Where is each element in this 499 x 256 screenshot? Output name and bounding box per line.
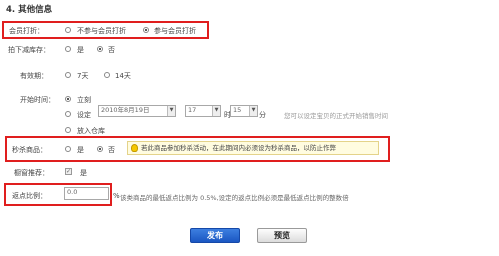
showcase-checkbox-label: 是 bbox=[80, 169, 87, 177]
member-discount-option-no-label: 不参与会员打折 bbox=[77, 27, 126, 35]
section-title: 4. 其他信息 bbox=[6, 5, 53, 15]
validity-label: 有效期： bbox=[20, 72, 48, 80]
stock-reduction-option-yes[interactable] bbox=[65, 46, 71, 52]
chevron-down-icon: ▼ bbox=[167, 106, 175, 116]
stock-reduction-option-no[interactable] bbox=[97, 46, 103, 52]
stock-reduction-label: 拍下减库存： bbox=[8, 46, 50, 54]
flash-sale-label: 秒杀商品： bbox=[12, 146, 47, 154]
start-minute-unit: 分 bbox=[259, 111, 266, 119]
chevron-down-icon: ▼ bbox=[212, 106, 220, 116]
start-minute-value: 15 bbox=[233, 106, 242, 114]
validity-option-14days-label: 14天 bbox=[115, 72, 131, 80]
flash-sale-option-no-label: 否 bbox=[108, 146, 115, 154]
start-minute-select[interactable]: 15 ▼ bbox=[230, 105, 258, 117]
start-date-value: 2010年8月19日 bbox=[101, 106, 150, 114]
showcase-checkbox[interactable]: ✓ bbox=[65, 168, 72, 175]
validity-option-7days-label: 7天 bbox=[77, 72, 89, 80]
validity-option-14days[interactable] bbox=[104, 72, 110, 78]
member-discount-option-yes[interactable] bbox=[143, 27, 149, 33]
rebate-input-value: 0.0 bbox=[67, 188, 78, 196]
preview-button[interactable]: 预览 bbox=[257, 228, 307, 243]
rebate-label: 返点比例： bbox=[12, 192, 47, 200]
start-time-label: 开始时间： bbox=[20, 96, 55, 104]
flash-sale-option-no[interactable] bbox=[97, 146, 103, 152]
member-discount-option-yes-label: 参与会员打折 bbox=[154, 27, 196, 35]
chevron-down-icon: ▼ bbox=[249, 106, 257, 116]
start-time-option-now[interactable] bbox=[65, 96, 71, 102]
start-time-option-scheduled[interactable] bbox=[65, 111, 71, 117]
start-time-option-scheduled-label: 设定 bbox=[77, 111, 91, 119]
start-hour-value: 17 bbox=[188, 106, 197, 114]
start-time-option-now-label: 立刻 bbox=[77, 96, 91, 104]
start-time-option-warehouse-label: 放入仓库 bbox=[77, 127, 105, 135]
showcase-label: 橱窗推荐： bbox=[14, 169, 49, 177]
stock-reduction-option-no-label: 否 bbox=[108, 46, 115, 54]
start-date-select[interactable]: 2010年8月19日 ▼ bbox=[98, 105, 176, 117]
rebate-unit: % bbox=[113, 192, 120, 200]
flash-sale-option-yes-label: 是 bbox=[77, 146, 84, 154]
validity-option-7days[interactable] bbox=[65, 72, 71, 78]
member-discount-label: 会员打折： bbox=[9, 27, 44, 35]
rebate-input[interactable]: 0.0 bbox=[64, 187, 109, 200]
flash-sale-tip-text: 若此商品参加秒杀活动，在此期间内必须设为秒杀商品，以防止作弊 bbox=[141, 144, 336, 152]
flash-sale-option-yes[interactable] bbox=[65, 146, 71, 152]
start-time-hint: 您可以设定宝贝的正式开始销售时间 bbox=[284, 112, 388, 120]
lightbulb-icon bbox=[131, 144, 138, 152]
stock-reduction-option-yes-label: 是 bbox=[77, 46, 84, 54]
member-discount-option-no[interactable] bbox=[65, 27, 71, 33]
publish-button[interactable]: 发布 bbox=[190, 228, 240, 243]
start-hour-select[interactable]: 17 ▼ bbox=[185, 105, 221, 117]
start-time-option-warehouse[interactable] bbox=[65, 127, 71, 133]
flash-sale-tip: 若此商品参加秒杀活动，在此期间内必须设为秒杀商品，以防止作弊 bbox=[127, 141, 379, 155]
rebate-hint: 该类商品的最低返点比例为 0.5%,设定的返点比例必须是最低返点比例的整数倍 bbox=[120, 194, 349, 202]
